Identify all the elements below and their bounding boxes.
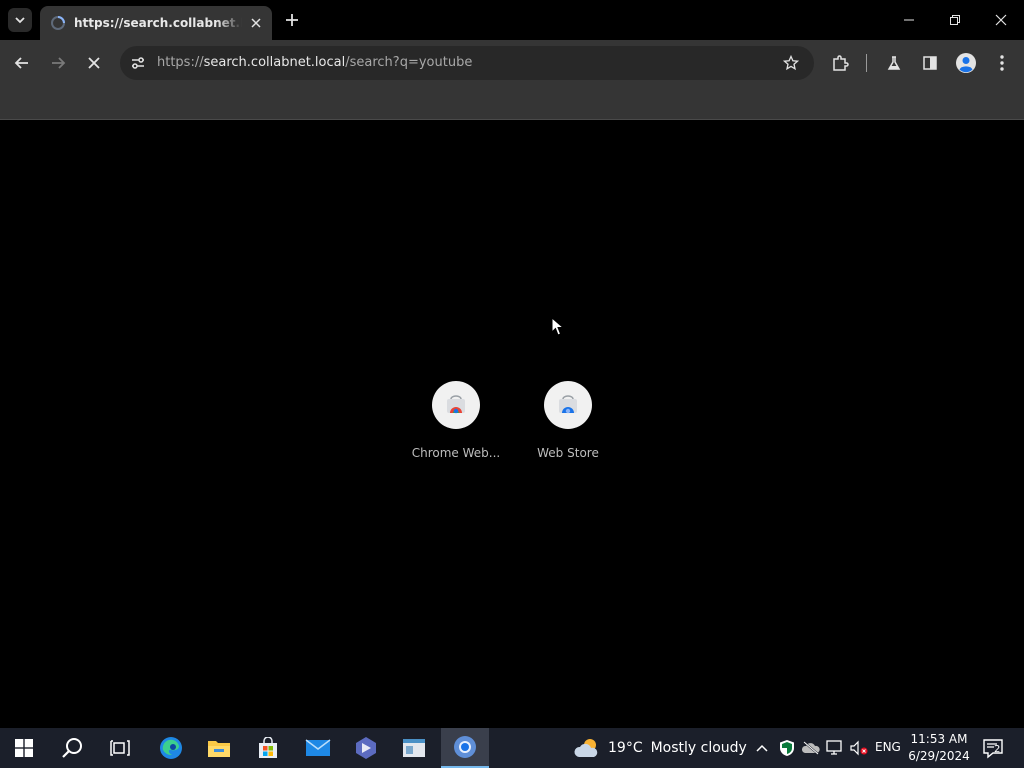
minimize-button[interactable] <box>886 0 932 40</box>
chrome-icon <box>454 736 476 758</box>
weather-widget[interactable]: 19°C Mostly cloudy <box>574 728 747 768</box>
chrome-web-store-icon <box>447 395 465 414</box>
shield-icon <box>780 740 794 756</box>
mail-icon <box>305 739 331 756</box>
tab-search-button[interactable] <box>8 8 32 32</box>
menu-button[interactable] <box>988 49 1016 77</box>
side-panel-button[interactable] <box>916 49 944 77</box>
notification-center-button[interactable]: 2 <box>982 737 1004 759</box>
forward-button[interactable] <box>44 49 72 77</box>
task-view-icon <box>110 740 130 756</box>
side-panel-icon <box>923 56 937 70</box>
chevron-up-icon <box>756 744 768 752</box>
taskbar-store[interactable] <box>244 728 292 768</box>
close-icon <box>88 57 100 69</box>
url-scheme: https:// <box>157 55 204 70</box>
restore-button[interactable] <box>932 0 978 40</box>
shortcut-tile[interactable]: Chrome Web... <box>400 381 512 460</box>
title-bar: https://search.collabnet.local/s <box>0 0 1024 40</box>
back-button[interactable] <box>8 49 36 77</box>
taskbar: 19°C Mostly cloudy ENG 11:53 AM 6/29/202… <box>0 728 1024 768</box>
search-icon <box>62 738 82 758</box>
taskbar-search-button[interactable] <box>48 728 96 768</box>
cloud-offline-icon <box>802 741 820 755</box>
new-tab-button[interactable] <box>282 10 302 30</box>
folder-icon <box>208 741 230 757</box>
weather-condition: Mostly cloudy <box>650 740 747 756</box>
stop-loading-button[interactable] <box>80 49 108 77</box>
tab-title: https://search.collabnet.local/s <box>74 16 242 30</box>
security-tray-icon[interactable] <box>776 728 798 768</box>
address-url: https://search.collabnet.local/search?q=… <box>157 55 472 70</box>
url-host: search.collabnet.local <box>203 55 346 70</box>
arrow-right-icon <box>52 57 66 69</box>
clock-date: 6/29/2024 <box>908 749 970 763</box>
shortcut-tile[interactable]: Web Store <box>512 381 624 460</box>
site-settings-icon[interactable] <box>128 53 148 73</box>
volume-muted-icon <box>850 740 868 756</box>
weather-temperature: 19°C <box>608 740 643 756</box>
taskbar-file-explorer[interactable] <box>195 728 243 768</box>
close-icon <box>995 14 1007 26</box>
store-icon <box>259 737 277 758</box>
clock[interactable]: 11:53 AM 6/29/2024 <box>904 731 974 765</box>
profile-button[interactable] <box>952 49 980 77</box>
web-store-icon <box>559 395 577 414</box>
bookmark-star-icon[interactable] <box>782 54 800 72</box>
plus-icon <box>286 14 298 26</box>
tab-close-icon[interactable] <box>248 15 264 31</box>
edge-icon <box>160 737 182 759</box>
power-automate-icon <box>356 737 376 759</box>
minimize-icon <box>904 19 914 21</box>
bookmarks-bar <box>0 86 1024 120</box>
shortcut-label: Chrome Web... <box>411 446 501 460</box>
chevron-down-icon <box>15 17 25 24</box>
url-path: /search?q=youtube <box>345 55 473 70</box>
restore-icon <box>950 15 960 25</box>
more-vertical-icon <box>1000 55 1004 71</box>
labs-button[interactable] <box>880 49 908 77</box>
arrow-left-icon <box>14 57 28 69</box>
clock-time: 11:53 AM <box>910 732 968 746</box>
taskbar-mail[interactable] <box>294 728 342 768</box>
network-icon <box>826 740 842 755</box>
notification-count: 2 <box>994 744 1001 755</box>
start-button[interactable] <box>0 728 48 768</box>
taskbar-app[interactable] <box>390 728 438 768</box>
mouse-cursor-icon <box>551 317 565 336</box>
input-language[interactable]: ENG <box>875 740 901 754</box>
browser-tab[interactable]: https://search.collabnet.local/s <box>40 6 272 40</box>
browser-toolbar: https://search.collabnet.local/search?q=… <box>0 40 1024 86</box>
close-window-button[interactable] <box>978 0 1024 40</box>
flask-icon <box>887 56 901 70</box>
shortcut-icon-container <box>544 381 592 429</box>
task-view-button[interactable] <box>96 728 144 768</box>
page-content: Chrome Web... Web Store <box>0 121 1024 728</box>
onedrive-tray-icon[interactable] <box>800 728 822 768</box>
shortcut-label: Web Store <box>537 446 599 460</box>
volume-tray-icon[interactable] <box>848 728 870 768</box>
notification-icon <box>983 739 1003 759</box>
address-bar[interactable]: https://search.collabnet.local/search?q=… <box>120 46 814 80</box>
taskbar-power-automate[interactable] <box>342 728 390 768</box>
puzzle-icon <box>833 55 849 71</box>
avatar <box>956 53 976 73</box>
extensions-button[interactable] <box>826 49 854 77</box>
loading-spinner-icon <box>51 16 65 30</box>
shortcut-icon-container <box>432 381 480 429</box>
window-app-icon <box>403 739 425 757</box>
show-hidden-icons-button[interactable] <box>752 728 772 768</box>
windows-logo-icon <box>15 739 33 757</box>
taskbar-edge[interactable] <box>147 728 195 768</box>
toolbar-divider <box>866 54 867 72</box>
cloudy-weather-icon <box>574 739 598 757</box>
taskbar-chrome[interactable] <box>441 728 489 768</box>
network-tray-icon[interactable] <box>824 728 846 768</box>
